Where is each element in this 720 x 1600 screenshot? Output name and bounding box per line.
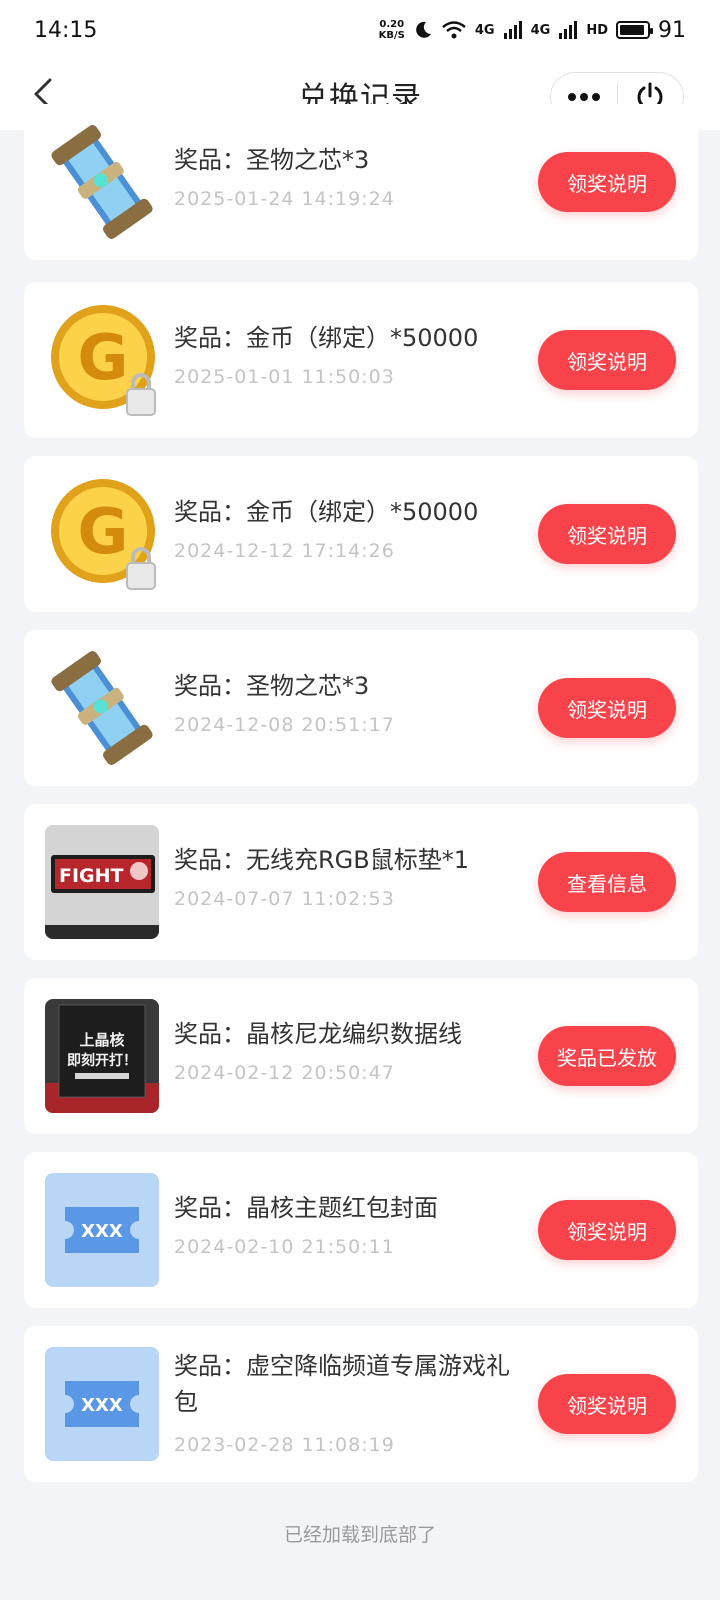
- relic-core-icon: [45, 125, 159, 239]
- claim-info-button[interactable]: 领奖说明: [538, 152, 676, 212]
- signal-bars-icon: [503, 21, 522, 39]
- redeem-time: 2025-01-01 11:50:03: [174, 366, 395, 388]
- signal-2-label: 4G: [530, 22, 551, 38]
- claim-info-button[interactable]: 领奖说明: [538, 678, 676, 738]
- record-card: XXX 奖品：虚空降临频道专属游戏礼包 2023-02-28 11:08:19 …: [24, 1326, 698, 1482]
- prize-name: 奖品：金币（绑定）*50000: [174, 324, 479, 352]
- record-card: G 奖品：金币（绑定）*50000 2025-01-01 11:50:03 领奖…: [24, 282, 698, 438]
- battery-fill: [620, 25, 644, 35]
- redeem-time: 2024-02-12 20:50:47: [174, 1062, 395, 1084]
- record-card: 奖品：圣物之芯*3 2024-12-08 20:51:17 领奖说明: [24, 630, 698, 786]
- redeem-time: 2025-01-24 14:19:24: [174, 188, 395, 210]
- claim-info-button[interactable]: 领奖说明: [538, 1200, 676, 1260]
- record-card: 奖品：圣物之芯*3 2025-01-24 14:19:24 领奖说明: [24, 104, 698, 260]
- status-icons: 0.20 KB/S 4G 4G HD 91: [379, 18, 686, 43]
- claim-info-button[interactable]: 领奖说明: [538, 504, 676, 564]
- record-card: XXX 奖品：晶核主题红包封面 2024-02-10 21:50:11 领奖说明: [24, 1152, 698, 1308]
- claim-info-button[interactable]: 领奖说明: [538, 330, 676, 390]
- redeem-time: 2024-07-07 11:02:53: [174, 888, 395, 910]
- svg-text:XXX: XXX: [81, 1395, 123, 1416]
- status-time: 14:15: [34, 17, 98, 43]
- svg-text:上晶核: 上晶核: [79, 1031, 124, 1049]
- end-of-list-note: 已经加载到底部了: [283, 1524, 436, 1546]
- claim-info-button[interactable]: 领奖说明: [538, 1374, 676, 1434]
- svg-text:G: G: [78, 321, 129, 394]
- moon-icon: [416, 21, 431, 38]
- more-dots-icon: [567, 93, 600, 101]
- signal-1-label: 4G: [474, 22, 495, 38]
- relic-core-icon: [45, 651, 159, 765]
- prize-name: 奖品：金币（绑定）*50000: [174, 498, 479, 526]
- ticket-icon: XXX: [45, 1347, 159, 1461]
- gold-coin-icon: G: [45, 303, 159, 417]
- svg-text:XXX: XXX: [81, 1221, 123, 1242]
- net-speed: 0.20 KB/S: [378, 19, 405, 41]
- prize-name: 奖品：晶核主题红包封面: [174, 1194, 438, 1222]
- prize-name: 奖品：圣物之芯*3: [174, 672, 370, 700]
- ticket-icon: XXX: [45, 1173, 159, 1287]
- svg-text:即刻开打！: 即刻开打！: [67, 1052, 137, 1069]
- mousepad-photo: FIGHT: [45, 825, 159, 939]
- svg-text:G: G: [78, 495, 129, 568]
- prize-name: 奖品：无线充RGB鼠标垫*1: [174, 846, 470, 874]
- view-info-button[interactable]: 查看信息: [538, 852, 676, 912]
- battery-icon: [616, 21, 653, 39]
- record-card: FIGHT 奖品：无线充RGB鼠标垫*1 2024-07-07 11:02:53…: [24, 804, 698, 960]
- status-bar: 14:15 0.20 KB/S 4G 4G HD 91: [0, 0, 720, 60]
- battery-level: 91: [658, 17, 686, 43]
- cable-box-photo: 上晶核 即刻开打！: [45, 999, 159, 1113]
- prize-issued-button[interactable]: 奖品已发放: [538, 1026, 676, 1086]
- record-card: 上晶核 即刻开打！ 奖品：晶核尼龙编织数据线 2024-02-12 20:50:…: [24, 978, 698, 1134]
- gold-coin-icon: G: [45, 477, 159, 591]
- prize-name: 奖品：圣物之芯*3: [174, 146, 370, 174]
- hd-label: HD: [586, 22, 608, 38]
- redeem-time: 2024-12-08 20:51:17: [174, 714, 395, 736]
- prize-name: 奖品：晶核尼龙编织数据线: [174, 1020, 462, 1048]
- redeem-time: 2023-02-28 11:08:19: [174, 1434, 395, 1456]
- redeem-time: 2024-02-10 21:50:11: [174, 1236, 395, 1258]
- redeem-time: 2024-12-12 17:14:26: [174, 540, 395, 562]
- signal-bars-icon: [559, 21, 578, 39]
- wifi-icon: [442, 21, 466, 39]
- prize-name: 奖品：虚空降临频道专属游戏礼包: [174, 1352, 510, 1416]
- record-card: G 奖品：金币（绑定）*50000 2024-12-12 17:14:26 领奖…: [24, 456, 698, 612]
- svg-text:FIGHT: FIGHT: [59, 865, 124, 887]
